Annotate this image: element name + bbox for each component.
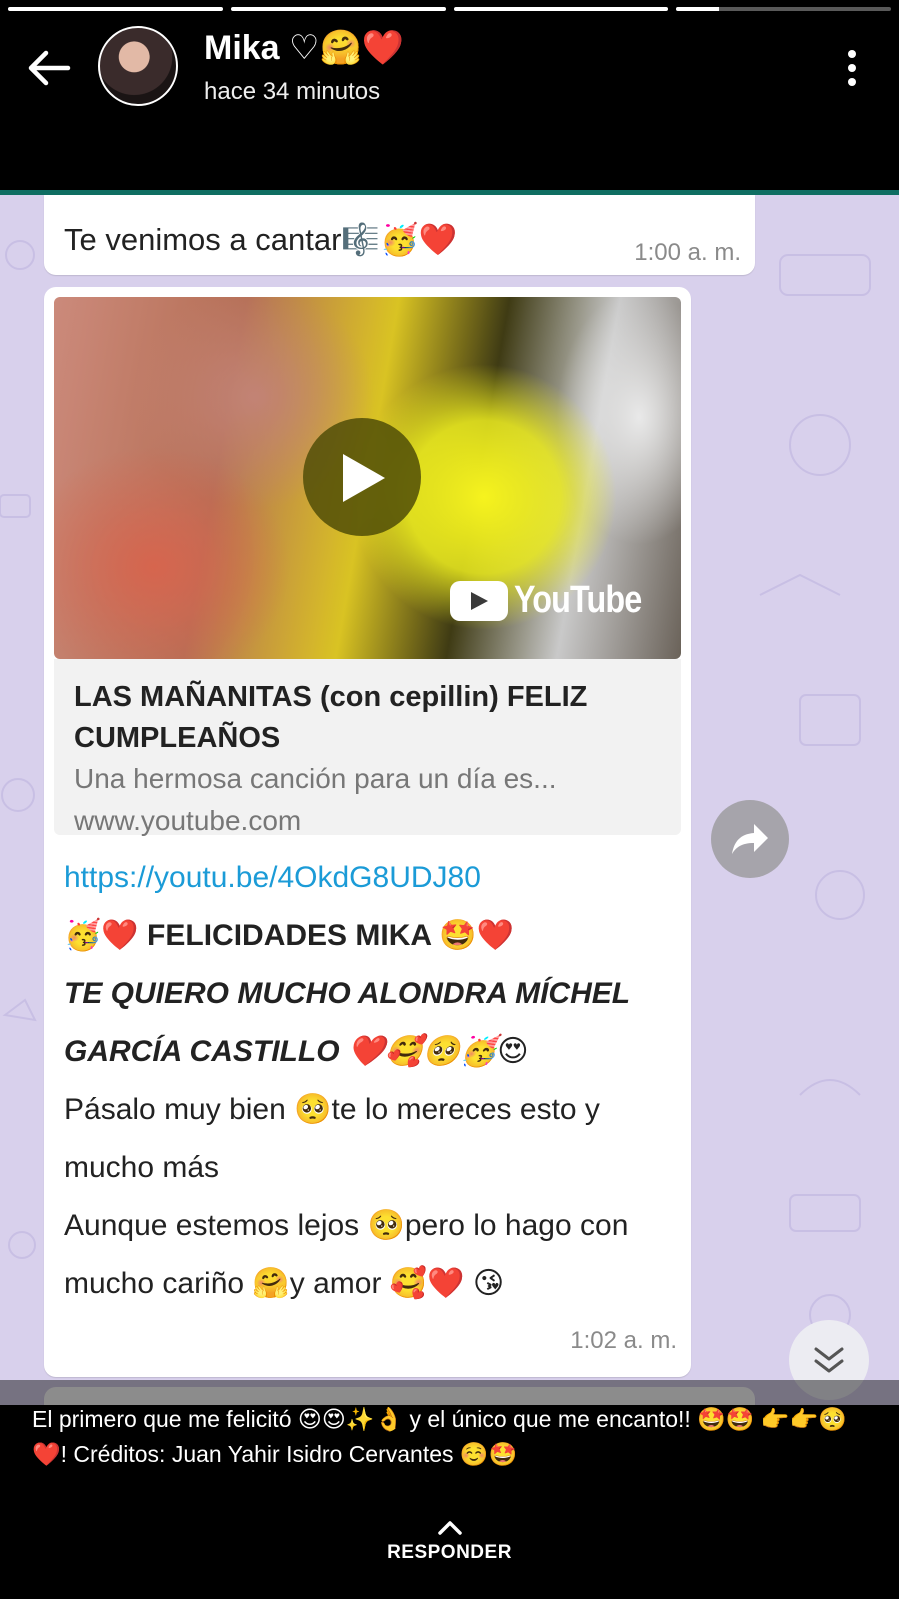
- message-line: TE QUIERO MUCHO ALONDRA MÍCHEL GARCÍA CA…: [64, 977, 630, 1068]
- preview-description: Una hermosa canción para un día es...: [74, 763, 557, 794]
- status-image: Te venimos a cantar🎼🥳❤️ 1:00 a. m. YouTu…: [0, 190, 899, 1405]
- message-time: 1:02 a. m.: [570, 1327, 677, 1354]
- message-bubble[interactable]: Te venimos a cantar🎼🥳❤️ 1:00 a. m.: [44, 195, 755, 275]
- message-bubble-link[interactable]: YouTube LAS MAÑANITAS (con cepillin) FEL…: [44, 287, 691, 1377]
- avatar[interactable]: [98, 26, 178, 106]
- back-arrow-icon[interactable]: [26, 48, 72, 88]
- link-preview[interactable]: LAS MAÑANITAS (con cepillin) FELIZ CUMPL…: [54, 659, 681, 836]
- forward-icon: [732, 824, 768, 854]
- message-text: Te venimos a cantar🎼🥳❤️: [64, 222, 458, 257]
- play-button[interactable]: [303, 418, 421, 536]
- reply-label: RESPONDER: [387, 1542, 512, 1563]
- status-time: hace 34 minutos: [204, 78, 381, 105]
- contact-name[interactable]: Mika ♡🤗❤️: [204, 28, 404, 68]
- status-header: Mika ♡🤗❤️ hace 34 minutos: [0, 0, 899, 160]
- message-link[interactable]: https://youtu.be/4OkdG8UDJ80: [64, 861, 481, 895]
- message-line: 🥳❤️ FELICIDADES MIKA 🤩❤️: [64, 919, 514, 952]
- message-line: Pásalo muy bien 🥺te lo mereces esto y mu…: [64, 1093, 600, 1184]
- reply-button[interactable]: RESPONDER: [0, 1520, 899, 1564]
- status-caption: El primero que me felicitó 😍😍✨👌 y el úni…: [32, 1406, 847, 1467]
- more-vertical-icon[interactable]: [844, 48, 860, 88]
- message-body: 🥳❤️ FELICIDADES MIKA 🤩❤️ TE QUIERO MUCHO…: [64, 907, 674, 1313]
- play-icon: [343, 454, 385, 502]
- double-chevron-down-icon: [814, 1347, 844, 1373]
- youtube-wordmark: YouTube: [514, 579, 642, 621]
- youtube-logo: YouTube: [450, 579, 664, 622]
- forward-button[interactable]: [711, 800, 789, 878]
- preview-title: LAS MAÑANITAS (con cepillin) FELIZ CUMPL…: [74, 681, 588, 754]
- youtube-play-icon: [450, 580, 508, 621]
- video-thumbnail[interactable]: YouTube: [54, 297, 681, 659]
- preview-domain: www.youtube.com: [74, 805, 302, 836]
- chevron-up-icon: [437, 1521, 462, 1535]
- message-line: Aunque estemos lejos 🥺pero lo hago con m…: [64, 1209, 629, 1300]
- message-time: 1:00 a. m.: [634, 239, 741, 266]
